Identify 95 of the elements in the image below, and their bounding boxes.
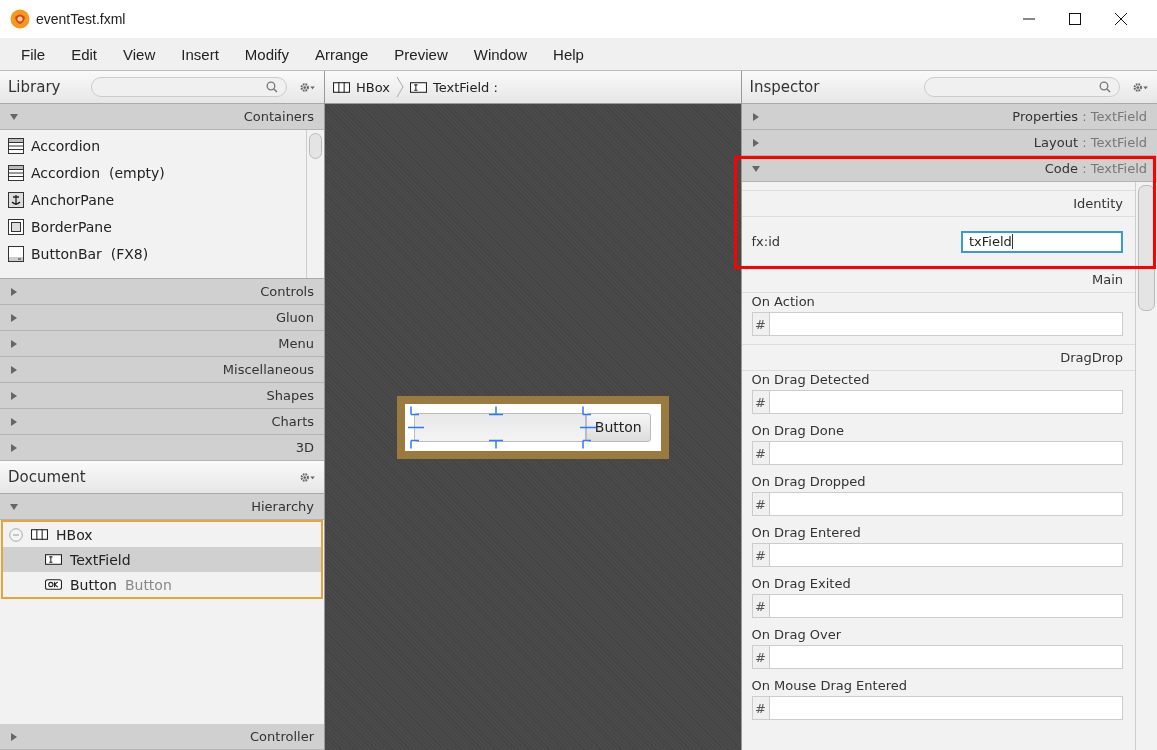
input-field[interactable]: #	[751, 312, 1123, 336]
close-icon[interactable]	[1115, 13, 1127, 25]
search-field[interactable]	[924, 77, 1120, 97]
text-field-icon	[45, 554, 62, 565]
menu-item[interactable]: Edit	[71, 45, 98, 63]
group-heading: Identity	[741, 190, 1135, 217]
panel-title: Document	[8, 468, 86, 486]
field-label: On Drag Dropped	[751, 474, 867, 489]
triangle-icon	[751, 112, 760, 121]
maximize-icon[interactable]	[1069, 13, 1081, 25]
panel-title: Library	[8, 78, 61, 96]
window-title: eventTest.fxml	[36, 11, 126, 27]
menu-item[interactable]: Insert	[181, 45, 219, 63]
pane-icon	[8, 137, 24, 154]
breadcrumb-item[interactable]: TextField :	[409, 79, 498, 95]
tree-item[interactable]: TextField	[3, 547, 321, 572]
triangle-icon	[10, 443, 18, 452]
hbox-icon	[333, 81, 350, 93]
hbox-icon	[31, 529, 48, 540]
section-header[interactable]: Controller	[0, 724, 324, 750]
section-header[interactable]: Layout : TextField	[741, 130, 1157, 156]
section-header[interactable]: Containers	[0, 104, 324, 130]
panel-title: Inspector	[749, 78, 820, 96]
input-field[interactable]: #	[751, 645, 1123, 669]
field-label: On Drag Done	[751, 423, 845, 438]
triangle-icon	[10, 391, 18, 400]
menu-item[interactable]: Window	[473, 45, 528, 63]
settings-icon[interactable]	[299, 81, 316, 93]
input-field[interactable]: txField	[961, 230, 1123, 253]
field-label: On Action	[751, 294, 816, 309]
section-header[interactable]: Miscellaneous	[0, 357, 324, 383]
input-field[interactable]: #	[751, 492, 1123, 516]
input-field[interactable]: #	[751, 696, 1123, 720]
triangle-icon	[751, 164, 760, 173]
field-label: On Drag Over	[751, 627, 843, 642]
tree-item[interactable]: Button Button	[3, 572, 321, 597]
triangle-icon	[10, 313, 18, 322]
tree-item[interactable]: HBox	[3, 522, 321, 547]
menu-item[interactable]: File	[21, 45, 46, 63]
search-icon	[266, 81, 278, 93]
input-field[interactable]: #	[751, 594, 1123, 618]
menu-item[interactable]: Modify	[244, 45, 289, 63]
field-label: On Mouse Drag Entered	[751, 678, 908, 693]
library-item[interactable]: AnchorPane	[0, 186, 306, 213]
section-header[interactable]: Gluon	[0, 305, 324, 331]
section-header[interactable]: Shapes	[0, 383, 324, 409]
group-heading: DragDrop	[741, 344, 1135, 371]
field-label: On Drag Detected	[751, 372, 871, 387]
triangle-icon	[751, 138, 760, 147]
settings-icon[interactable]	[299, 471, 316, 483]
ok-button-icon	[45, 579, 62, 590]
settings-icon[interactable]	[1132, 81, 1149, 93]
scrollbar-thumb[interactable]	[309, 133, 322, 159]
chevron-icon	[395, 76, 404, 98]
field-label: fx:id	[751, 234, 780, 249]
triangle-icon	[10, 365, 18, 374]
section-header[interactable]: Controls	[0, 279, 324, 305]
triangle-icon	[10, 339, 18, 348]
hbox-container[interactable]: Button	[396, 395, 669, 459]
pane-icon	[8, 245, 24, 262]
group-heading: Main	[741, 266, 1135, 293]
field-label: On Drag Entered	[751, 525, 862, 540]
input-field[interactable]: #	[751, 390, 1123, 414]
library-item[interactable]: ButtonBar (FX8)	[0, 240, 306, 267]
scrollbar-thumb[interactable]	[1138, 185, 1155, 311]
menu-item[interactable]: View	[123, 45, 156, 63]
library-item[interactable]: Accordion (empty)	[0, 159, 306, 186]
library-item[interactable]: BorderPane	[0, 213, 306, 240]
text-field-icon	[409, 81, 427, 93]
menu-item[interactable]: Arrange	[315, 45, 369, 63]
app-logo-icon	[10, 9, 30, 29]
section-header[interactable]: Properties : TextField	[741, 104, 1157, 130]
triangle-icon	[10, 502, 18, 511]
anchor-icon	[8, 191, 24, 208]
search-icon	[1099, 81, 1111, 93]
section-header[interactable]: 3D	[0, 435, 324, 461]
pane-icon	[8, 164, 24, 181]
input-field[interactable]: #	[751, 441, 1123, 465]
section-header[interactable]: Menu	[0, 331, 324, 357]
triangle-icon	[10, 732, 18, 741]
section-header[interactable]: Charts	[0, 409, 324, 435]
input-field[interactable]: #	[751, 543, 1123, 567]
canvas-button[interactable]: Button	[585, 412, 651, 442]
pane-icon	[8, 218, 24, 235]
triangle-icon	[10, 287, 18, 296]
breadcrumb-item[interactable]: HBox	[333, 79, 390, 95]
library-item[interactable]: Accordion	[0, 132, 306, 159]
triangle-icon	[10, 112, 18, 121]
field-label: On Drag Exited	[751, 576, 852, 591]
menu-item[interactable]: Help	[553, 45, 584, 63]
menu-item[interactable]: Preview	[394, 45, 448, 63]
text-field[interactable]	[413, 412, 586, 442]
search-field[interactable]	[91, 77, 287, 97]
triangle-icon	[10, 417, 18, 426]
section-header[interactable]: Hierarchy	[0, 494, 324, 520]
